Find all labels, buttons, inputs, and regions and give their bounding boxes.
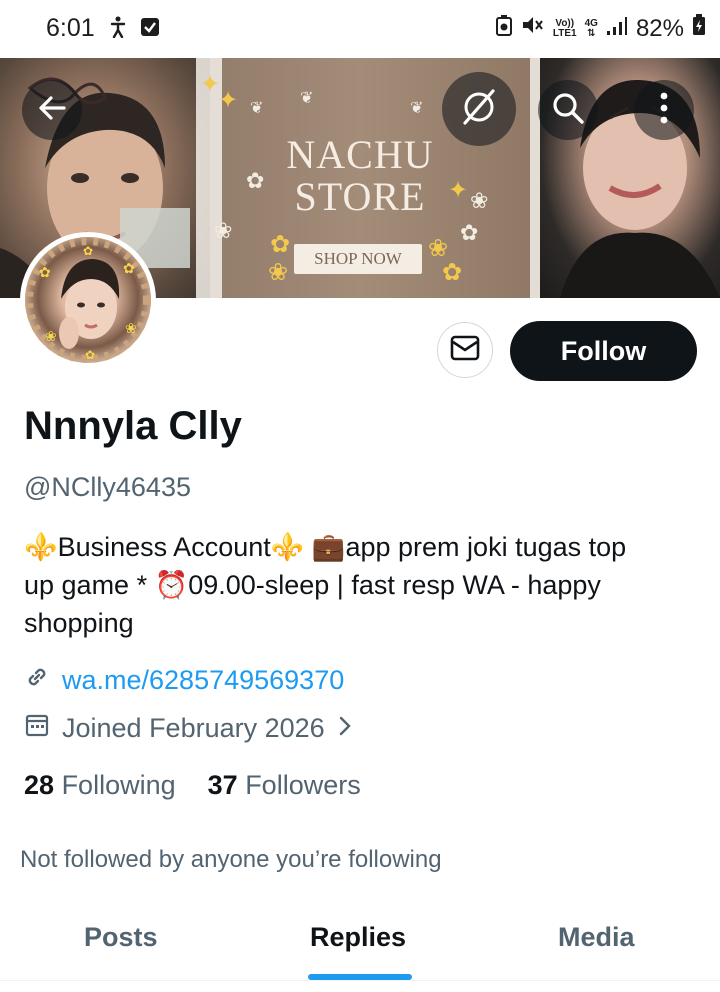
grok-button[interactable]: [442, 72, 516, 146]
svg-text:✿: ✿: [39, 264, 51, 280]
mutual-followers-note: Not followed by anyone you’re following: [20, 846, 442, 873]
svg-text:❀: ❀: [125, 320, 137, 336]
envelope-icon: [450, 335, 480, 366]
follow-counts: 28 Following 37 Followers: [24, 770, 361, 801]
banner-shop-now: SHOP NOW: [294, 244, 422, 274]
butterfly-icon: ❦: [410, 100, 424, 117]
battery-charging-icon: [692, 14, 706, 43]
search-icon: [550, 90, 586, 131]
following-link[interactable]: 28 Following: [24, 770, 176, 801]
flower-icon: ❀: [214, 218, 233, 243]
avatar[interactable]: ✿ ✿ ❀ ❀ ✿ ✿: [20, 232, 156, 368]
flower-icon: ❀: [268, 259, 289, 286]
calendar-icon: [24, 712, 50, 745]
flower-icon: ✿: [460, 220, 479, 245]
status-bar: 6:01 Vo)) LTE1 4G ⇅ 82%: [0, 0, 720, 58]
profile-bio: ⚜️Business Account⚜️ 💼app prem joki tuga…: [24, 528, 704, 642]
data-saver-icon: [495, 14, 513, 43]
followers-label: Followers: [245, 770, 361, 800]
butterfly-icon: ❦: [300, 90, 314, 107]
network-4g-indicator: 4G ⇅: [584, 17, 598, 39]
avatar-image: ✿ ✿ ❀ ❀ ✿ ✿: [25, 237, 151, 363]
following-count: 28: [24, 770, 55, 800]
flower-icon: ❀: [470, 188, 489, 213]
profile-tabs: Posts Replies Media: [0, 912, 720, 984]
message-button[interactable]: [437, 322, 493, 378]
tab-replies[interactable]: Replies: [310, 922, 406, 953]
status-right-cluster: Vo)) LTE1 4G ⇅ 82%: [495, 14, 706, 43]
followers-count: 37: [207, 770, 238, 800]
profile-website: wa.me/6285749569370: [24, 664, 344, 697]
svg-text:✿: ✿: [83, 244, 93, 258]
butterfly-icon: ❦: [250, 100, 264, 117]
search-button[interactable]: [538, 80, 598, 140]
sparkle-icon: ✦: [448, 177, 469, 204]
more-options-button[interactable]: [634, 80, 694, 140]
svg-text:✿: ✿: [85, 348, 95, 362]
svg-text:✿: ✿: [123, 260, 135, 276]
joined-label: Joined February 2026: [62, 713, 325, 743]
followers-link[interactable]: 37 Followers: [208, 770, 361, 801]
bio-line: shopping: [24, 608, 134, 638]
more-vertical-icon: [659, 91, 669, 130]
tab-media[interactable]: Media: [558, 922, 635, 953]
profile-handle: @NClly46435: [24, 472, 191, 502]
flower-icon: ✿: [442, 259, 463, 286]
profile-name: Nnnyla Clly: [24, 404, 242, 448]
bio-line: up game * ⏰09.00-sleep | fast resp WA - …: [24, 570, 601, 600]
checkbox-notification-icon: [140, 17, 160, 42]
battery-percentage: 82%: [635, 14, 684, 42]
website-link[interactable]: wa.me/6285749569370: [62, 665, 344, 696]
profile-joined-date[interactable]: Joined February 2026: [24, 712, 353, 745]
mute-icon: [521, 14, 545, 43]
status-time: 6:01: [46, 14, 95, 42]
chevron-right-icon: [337, 713, 353, 744]
accessibility-icon: [108, 16, 128, 43]
back-button[interactable]: [22, 80, 82, 140]
follow-button[interactable]: Follow: [510, 321, 697, 381]
tab-posts[interactable]: Posts: [84, 922, 158, 953]
flower-icon: ✿: [270, 231, 291, 258]
svg-text:❀: ❀: [45, 328, 57, 344]
flower-icon: ✿: [246, 168, 265, 193]
following-label: Following: [61, 770, 176, 800]
link-icon: [24, 664, 50, 697]
grok-icon: [457, 85, 501, 134]
status-left-icons: [108, 16, 160, 43]
sparkle-icon: ✦: [218, 87, 239, 114]
tabs-divider: [0, 980, 720, 981]
volte-indicator: Vo)) LTE1: [552, 17, 577, 39]
arrow-left-icon: [34, 90, 70, 131]
signal-icon: [606, 15, 628, 43]
bio-line: ⚜️Business Account⚜️ 💼app prem joki tuga…: [24, 532, 627, 562]
